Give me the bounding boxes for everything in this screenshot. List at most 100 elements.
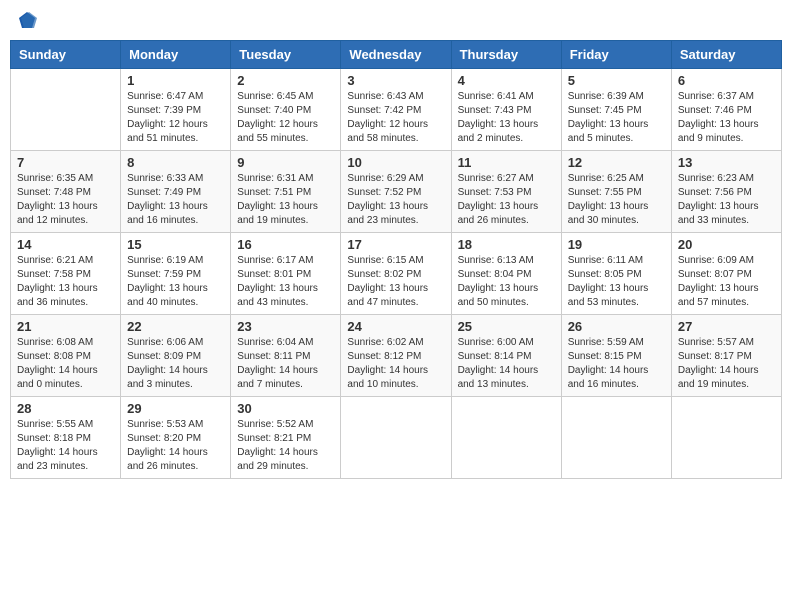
- day-cell: 26 Sunrise: 5:59 AMSunset: 8:15 PMDayligh…: [561, 315, 671, 397]
- day-info: Sunrise: 5:53 AMSunset: 8:20 PMDaylight:…: [127, 418, 224, 474]
- day-number: 19: [568, 237, 665, 252]
- day-info: Sunrise: 6:00 AMSunset: 8:14 PMDaylight:…: [458, 336, 555, 392]
- day-info: Sunrise: 5:55 AMSunset: 8:18 PMDaylight:…: [17, 418, 114, 474]
- day-number: 13: [678, 155, 775, 170]
- day-number: 20: [678, 237, 775, 252]
- day-number: 1: [127, 73, 224, 88]
- day-info: Sunrise: 6:41 AMSunset: 7:43 PMDaylight:…: [458, 90, 555, 146]
- day-cell: 11 Sunrise: 6:27 AMSunset: 7:53 PMDayligh…: [451, 151, 561, 233]
- day-number: 4: [458, 73, 555, 88]
- day-cell: 24 Sunrise: 6:02 AMSunset: 8:12 PMDayligh…: [341, 315, 451, 397]
- day-cell: 6 Sunrise: 6:37 AMSunset: 7:46 PMDaylight…: [671, 69, 781, 151]
- day-number: 24: [347, 319, 444, 334]
- day-info: Sunrise: 6:39 AMSunset: 7:45 PMDaylight:…: [568, 90, 665, 146]
- day-cell: 29Sunrise: 5:53 AMSunset: 8:20 PMDayligh…: [121, 397, 231, 479]
- column-header-wednesday: Wednesday: [341, 41, 451, 69]
- day-cell: 30 Sunrise: 5:52 AMSunset: 8:21 PMDayligh…: [231, 397, 341, 479]
- day-info: Sunrise: 6:06 AMSunset: 8:09 PMDaylight:…: [127, 336, 224, 392]
- column-header-sunday: Sunday: [11, 41, 121, 69]
- week-row-4: 21 Sunrise: 6:08 AMSunset: 8:08 PMDayligh…: [11, 315, 782, 397]
- day-cell: 5Sunrise: 6:39 AMSunset: 7:45 PMDaylight…: [561, 69, 671, 151]
- day-info: Sunrise: 6:33 AMSunset: 7:49 PMDaylight:…: [127, 172, 224, 228]
- day-number: 11: [458, 155, 555, 170]
- column-header-friday: Friday: [561, 41, 671, 69]
- day-info: Sunrise: 6:45 AMSunset: 7:40 PMDaylight:…: [237, 90, 334, 146]
- day-info: Sunrise: 6:13 AMSunset: 8:04 PMDaylight:…: [458, 254, 555, 310]
- day-number: 26: [568, 319, 665, 334]
- week-row-2: 7 Sunrise: 6:35 AMSunset: 7:48 PMDaylight…: [11, 151, 782, 233]
- logo: [15, 10, 37, 30]
- day-info: Sunrise: 5:52 AMSunset: 8:21 PMDaylight:…: [237, 418, 334, 474]
- day-cell: [451, 397, 561, 479]
- day-cell: 17 Sunrise: 6:15 AMSunset: 8:02 PMDayligh…: [341, 233, 451, 315]
- day-number: 16: [237, 237, 334, 252]
- day-number: 23: [237, 319, 334, 334]
- day-cell: 9 Sunrise: 6:31 AMSunset: 7:51 PMDaylight…: [231, 151, 341, 233]
- day-cell: 27Sunrise: 5:57 AMSunset: 8:17 PMDayligh…: [671, 315, 781, 397]
- day-cell: 2Sunrise: 6:45 AMSunset: 7:40 PMDaylight…: [231, 69, 341, 151]
- day-cell: 22 Sunrise: 6:06 AMSunset: 8:09 PMDayligh…: [121, 315, 231, 397]
- day-info: Sunrise: 6:09 AMSunset: 8:07 PMDaylight:…: [678, 254, 775, 310]
- day-cell: 18 Sunrise: 6:13 AMSunset: 8:04 PMDayligh…: [451, 233, 561, 315]
- day-number: 17: [347, 237, 444, 252]
- day-cell: 28 Sunrise: 5:55 AMSunset: 8:18 PMDayligh…: [11, 397, 121, 479]
- day-info: Sunrise: 6:23 AMSunset: 7:56 PMDaylight:…: [678, 172, 775, 228]
- day-cell: 15 Sunrise: 6:19 AMSunset: 7:59 PMDayligh…: [121, 233, 231, 315]
- day-cell: 21 Sunrise: 6:08 AMSunset: 8:08 PMDayligh…: [11, 315, 121, 397]
- day-number: 6: [678, 73, 775, 88]
- day-info: Sunrise: 5:57 AMSunset: 8:17 PMDaylight:…: [678, 336, 775, 392]
- day-info: Sunrise: 5:59 AMSunset: 8:15 PMDaylight:…: [568, 336, 665, 392]
- day-cell: 23 Sunrise: 6:04 AMSunset: 8:11 PMDayligh…: [231, 315, 341, 397]
- day-cell: 16Sunrise: 6:17 AMSunset: 8:01 PMDayligh…: [231, 233, 341, 315]
- day-number: 25: [458, 319, 555, 334]
- day-cell: 10 Sunrise: 6:29 AMSunset: 7:52 PMDayligh…: [341, 151, 451, 233]
- day-number: 8: [127, 155, 224, 170]
- day-cell: 19Sunrise: 6:11 AMSunset: 8:05 PMDayligh…: [561, 233, 671, 315]
- day-info: Sunrise: 6:19 AMSunset: 7:59 PMDaylight:…: [127, 254, 224, 310]
- day-info: Sunrise: 6:27 AMSunset: 7:53 PMDaylight:…: [458, 172, 555, 228]
- day-number: 22: [127, 319, 224, 334]
- day-number: 15: [127, 237, 224, 252]
- day-cell: [561, 397, 671, 479]
- day-cell: 7 Sunrise: 6:35 AMSunset: 7:48 PMDaylight…: [11, 151, 121, 233]
- day-number: 10: [347, 155, 444, 170]
- column-header-saturday: Saturday: [671, 41, 781, 69]
- column-header-tuesday: Tuesday: [231, 41, 341, 69]
- day-info: Sunrise: 6:31 AMSunset: 7:51 PMDaylight:…: [237, 172, 334, 228]
- day-number: 3: [347, 73, 444, 88]
- column-header-thursday: Thursday: [451, 41, 561, 69]
- logo-icon: [17, 10, 37, 30]
- day-cell: 12 Sunrise: 6:25 AMSunset: 7:55 PMDayligh…: [561, 151, 671, 233]
- day-number: 18: [458, 237, 555, 252]
- day-info: Sunrise: 6:25 AMSunset: 7:55 PMDaylight:…: [568, 172, 665, 228]
- day-cell: 3Sunrise: 6:43 AMSunset: 7:42 PMDaylight…: [341, 69, 451, 151]
- day-cell: [11, 69, 121, 151]
- day-info: Sunrise: 6:08 AMSunset: 8:08 PMDaylight:…: [17, 336, 114, 392]
- day-number: 7: [17, 155, 114, 170]
- day-info: Sunrise: 6:47 AMSunset: 7:39 PMDaylight:…: [127, 90, 224, 146]
- day-cell: 25 Sunrise: 6:00 AMSunset: 8:14 PMDayligh…: [451, 315, 561, 397]
- day-info: Sunrise: 6:35 AMSunset: 7:48 PMDaylight:…: [17, 172, 114, 228]
- week-row-5: 28 Sunrise: 5:55 AMSunset: 8:18 PMDayligh…: [11, 397, 782, 479]
- day-number: 12: [568, 155, 665, 170]
- calendar-table: SundayMondayTuesdayWednesdayThursdayFrid…: [10, 40, 782, 479]
- day-number: 28: [17, 401, 114, 416]
- day-cell: 1 Sunrise: 6:47 AMSunset: 7:39 PMDaylight…: [121, 69, 231, 151]
- day-info: Sunrise: 6:04 AMSunset: 8:11 PMDaylight:…: [237, 336, 334, 392]
- day-cell: [341, 397, 451, 479]
- day-number: 14: [17, 237, 114, 252]
- day-info: Sunrise: 6:29 AMSunset: 7:52 PMDaylight:…: [347, 172, 444, 228]
- column-header-monday: Monday: [121, 41, 231, 69]
- day-info: Sunrise: 6:02 AMSunset: 8:12 PMDaylight:…: [347, 336, 444, 392]
- day-info: Sunrise: 6:15 AMSunset: 8:02 PMDaylight:…: [347, 254, 444, 310]
- day-number: 30: [237, 401, 334, 416]
- day-cell: [671, 397, 781, 479]
- day-number: 21: [17, 319, 114, 334]
- day-info: Sunrise: 6:21 AMSunset: 7:58 PMDaylight:…: [17, 254, 114, 310]
- header-row: SundayMondayTuesdayWednesdayThursdayFrid…: [11, 41, 782, 69]
- day-cell: 4 Sunrise: 6:41 AMSunset: 7:43 PMDaylight…: [451, 69, 561, 151]
- day-info: Sunrise: 6:37 AMSunset: 7:46 PMDaylight:…: [678, 90, 775, 146]
- day-number: 9: [237, 155, 334, 170]
- day-cell: 13 Sunrise: 6:23 AMSunset: 7:56 PMDayligh…: [671, 151, 781, 233]
- day-cell: 20 Sunrise: 6:09 AMSunset: 8:07 PMDayligh…: [671, 233, 781, 315]
